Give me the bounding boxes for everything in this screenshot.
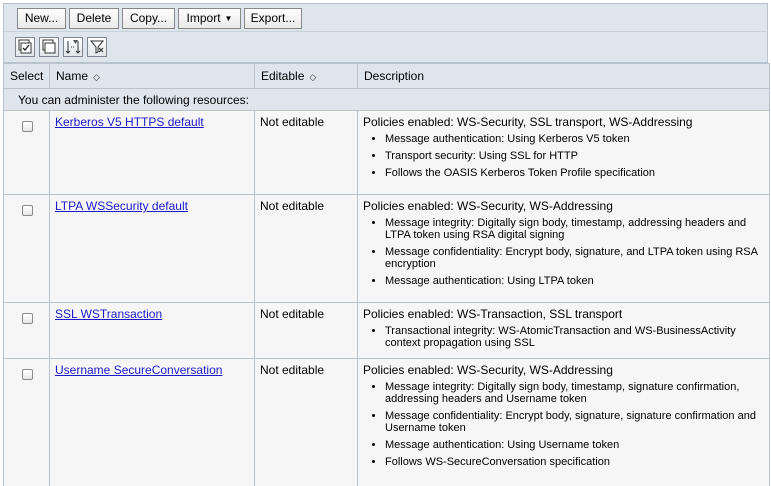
list-item: Transactional integrity: WS-AtomicTransa… (385, 325, 765, 349)
select-cell (3, 194, 50, 303)
policies-enabled-text: Policies enabled: WS-Transaction, SSL tr… (363, 307, 623, 321)
policy-sets-page: New... Delete Copy... Import▼ Export... (0, 0, 771, 486)
list-item: Message authentication: Using Username t… (385, 439, 765, 451)
table-row: Kerberos V5 HTTPS default Not editable P… (3, 110, 770, 195)
deselect-all-icon[interactable] (39, 37, 59, 57)
sort-icon[interactable]: ◇ (93, 72, 100, 82)
show-filter-icon[interactable] (63, 37, 83, 57)
select-cell (3, 110, 50, 195)
select-cell (3, 358, 50, 486)
policy-set-link[interactable]: Kerberos V5 HTTPS default (55, 115, 204, 129)
clear-filter-icon[interactable] (87, 37, 107, 57)
row-checkbox[interactable] (22, 313, 33, 324)
list-item: Message authentication: Using LTPA token (385, 275, 765, 287)
new-button[interactable]: New... (17, 8, 66, 29)
select-cell (3, 302, 50, 359)
table-header-row: Select Name ◇ Editable ◇ Description (3, 63, 770, 89)
name-column-header[interactable]: Name ◇ (49, 63, 255, 89)
delete-button[interactable]: Delete (69, 8, 119, 29)
button-toolbar: New... Delete Copy... Import ▼ Export... (3, 3, 768, 31)
description-cell: Policies enabled: WS-Security, WS-Addres… (357, 358, 770, 486)
list-item: Message integrity: Digitally sign body, … (385, 381, 765, 405)
policy-set-link[interactable]: SSL WSTransaction (55, 307, 162, 321)
policies-enabled-text: Policies enabled: WS-Security, WS-Addres… (363, 199, 613, 213)
name-cell: Username SecureConversation (49, 358, 255, 486)
editable-cell: Not editable (254, 194, 358, 303)
description-cell: Policies enabled: WS-Transaction, SSL tr… (357, 302, 770, 359)
name-cell: LTPA WSSecurity default (49, 194, 255, 303)
list-item: Message authentication: Using Kerberos V… (385, 133, 765, 145)
editable-column-header[interactable]: Editable ◇ (254, 63, 358, 89)
list-item: Message confidentiality: Encrypt body, s… (385, 410, 765, 434)
icon-toolbar (3, 31, 768, 63)
table-row: SSL WSTransaction Not editable Policies … (3, 302, 770, 359)
list-item: Message integrity: Digitally sign body, … (385, 217, 765, 241)
description-column-header: Description (357, 63, 770, 89)
table-row: LTPA WSSecurity default Not editable Pol… (3, 194, 770, 303)
select-all-icon[interactable] (15, 37, 35, 57)
description-list: Transactional integrity: WS-AtomicTransa… (363, 325, 765, 349)
list-item: Follows WS-SecureConversation specificat… (385, 456, 765, 468)
description-cell: Policies enabled: WS-Security, SSL trans… (357, 110, 770, 195)
copy-button[interactable]: Copy... (122, 8, 175, 29)
name-cell: Kerberos V5 HTTPS default (49, 110, 255, 195)
import-button[interactable]: Import ▼ (178, 8, 241, 29)
policies-enabled-text: Policies enabled: WS-Security, SSL trans… (363, 115, 693, 129)
policy-set-link[interactable]: Username SecureConversation (55, 363, 222, 377)
export-button[interactable]: Export... (244, 8, 302, 29)
row-checkbox[interactable] (22, 369, 33, 380)
editable-cell: Not editable (254, 110, 358, 195)
table-row: Username SecureConversation Not editable… (3, 358, 770, 486)
description-cell: Policies enabled: WS-Security, WS-Addres… (357, 194, 770, 303)
select-column-header: Select (3, 63, 50, 89)
row-checkbox[interactable] (22, 205, 33, 216)
policy-sets-table: Select Name ◇ Editable ◇ Description You c… (3, 63, 770, 486)
editable-cell: Not editable (254, 302, 358, 359)
list-item: Transport security: Using SSL for HTTP (385, 150, 765, 162)
list-item: Message confidentiality: Encrypt body, s… (385, 246, 765, 270)
description-list: Message authentication: Using Kerberos V… (363, 133, 765, 179)
info-text: You can administer the following resourc… (3, 88, 770, 111)
dropdown-arrow-icon: ▼ (224, 14, 233, 24)
name-cell: SSL WSTransaction (49, 302, 255, 359)
editable-cell: Not editable (254, 358, 358, 486)
policy-set-link[interactable]: LTPA WSSecurity default (55, 199, 188, 213)
policies-enabled-text: Policies enabled: WS-Security, WS-Addres… (363, 363, 613, 377)
row-checkbox[interactable] (22, 121, 33, 132)
sort-icon[interactable]: ◇ (309, 72, 316, 82)
description-list: Message integrity: Digitally sign body, … (363, 381, 765, 468)
list-item: Follows the OASIS Kerberos Token Profile… (385, 167, 765, 179)
info-row: You can administer the following resourc… (3, 88, 770, 111)
description-list: Message integrity: Digitally sign body, … (363, 217, 765, 287)
import-label: Import (186, 11, 221, 25)
